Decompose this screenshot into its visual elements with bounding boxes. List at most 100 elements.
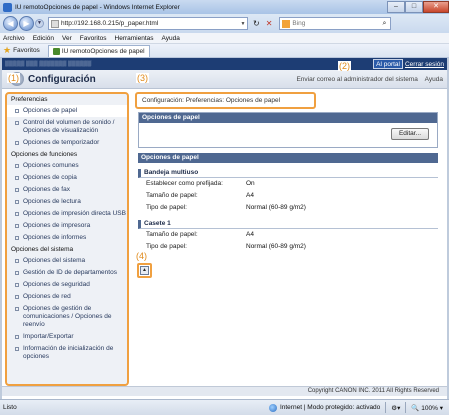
sidebar-item-label: Opciones de seguridad (23, 281, 90, 288)
settings-icon[interactable]: ⚙▾ (391, 404, 400, 412)
sidebar-item-comunicaciones[interactable]: Opciones de gestión de comunicaciones / … (7, 303, 127, 331)
bullet-icon (15, 121, 19, 125)
zoom-level[interactable]: 🔍 100% ▾ (411, 404, 443, 412)
sidebar-item-label: Opciones comunes (23, 162, 79, 169)
star-icon: ★ (3, 45, 12, 55)
edit-button[interactable]: Editar... (391, 128, 429, 140)
browser-tab[interactable]: IU remotoOpciones de papel (47, 44, 150, 57)
forward-button[interactable]: ▶ (19, 16, 34, 31)
setting-label: Establecer como prefijada: (146, 180, 223, 187)
paper-settings-panel: Opciones de papel Editar... (138, 112, 438, 148)
menu-herramientas[interactable]: Herramientas (115, 35, 154, 42)
search-input[interactable]: Bing (292, 20, 305, 27)
bullet-icon (15, 200, 19, 204)
setting-value: A4 (246, 192, 254, 199)
status-bar: Listo Internet | Modo protegido: activad… (0, 399, 449, 415)
help-link[interactable]: Ayuda (425, 76, 443, 83)
bullet-icon (15, 176, 19, 180)
search-box[interactable]: Bing ⌕ (279, 17, 392, 30)
sidebar-item-label: Opciones de gestión de comunicaciones / … (23, 305, 112, 328)
portal-button[interactable]: Al portal (373, 59, 403, 69)
bullet-icon (15, 335, 19, 339)
window-controls: – □ ✕ (387, 1, 449, 13)
panel-title: Opciones de papel (138, 153, 438, 163)
copyright: Copyright CANON INC. 2011 All Rights Res… (2, 386, 447, 396)
setting-label: Tamaño de papel: (146, 231, 198, 238)
sidebar-item-opciones-papel[interactable]: Opciones de papel (7, 105, 127, 117)
address-text[interactable]: http://192.168.0.215/p_paper.html (61, 20, 158, 27)
back-to-top-icon[interactable]: ▲ (140, 266, 149, 275)
setting-value: On (246, 180, 255, 187)
address-bar[interactable]: http://192.168.0.215/p_paper.html ▼ (48, 17, 248, 30)
callout-3: (3) (136, 73, 149, 83)
menu-favoritos[interactable]: Favoritos (80, 35, 107, 42)
search-icon[interactable]: ⌕ (378, 20, 390, 28)
sidebar-item-label: Opciones de red (23, 293, 71, 300)
back-button[interactable]: ◀ (3, 16, 18, 31)
sidebar-item-volumen[interactable]: Control del volumen de sonido / Opciones… (7, 117, 127, 137)
minimize-button[interactable]: – (387, 1, 405, 13)
bullet-icon (15, 141, 19, 145)
close-button[interactable]: ✕ (423, 1, 449, 13)
group-title-casete: Casete 1 (138, 220, 438, 229)
setting-row: Tipo de papel: Normal (60-89 g/m2) (138, 202, 438, 214)
sidebar-item-copia[interactable]: Opciones de copia (7, 172, 127, 184)
menu-ver[interactable]: Ver (62, 35, 72, 42)
sidebar-item-red[interactable]: Opciones de red (7, 291, 127, 303)
sidebar-section-title: Opciones de funciones (11, 151, 78, 158)
menu-bar: Archivo Edición Ver Favoritos Herramient… (0, 33, 449, 44)
status-text: Listo (3, 404, 17, 411)
security-zone[interactable]: Internet | Modo protegido: activado (280, 404, 380, 411)
app-topbar: ▒▒▒▒▒ ▒▒▒ ▒▒▒▒▒▒▒ ▒▒▒▒▒▒ Al portal Cerra… (2, 58, 447, 70)
bullet-icon (15, 109, 19, 113)
setting-row: Tamaño de papel: A4 (138, 190, 438, 202)
menu-archivo[interactable]: Archivo (3, 35, 25, 42)
setting-row: Tamaño de papel: A4 (138, 229, 438, 241)
sidebar-item-label: Opciones de impresión directa USB (23, 210, 126, 217)
sidebar-item-departamentos[interactable]: Gestión de ID de departamentos (7, 267, 127, 279)
setting-label: Tamaño de papel: (146, 192, 198, 199)
bullet-icon (15, 236, 19, 240)
menu-edicion[interactable]: Edición (33, 35, 54, 42)
sidebar-item-impresion-usb[interactable]: Opciones de impresión directa USB (7, 208, 127, 220)
sidebar-item-inicializacion[interactable]: Información de inicialización de opcione… (7, 343, 127, 363)
menu-ayuda[interactable]: Ayuda (162, 35, 180, 42)
bullet-icon (15, 212, 19, 216)
sidebar-item-seguridad[interactable]: Opciones de seguridad (7, 279, 127, 291)
sidebar-item-label: Opciones de papel (23, 107, 78, 114)
sidebar-menu: Preferencias Opciones de papel Control d… (5, 92, 129, 386)
bullet-icon (15, 283, 19, 287)
page-icon (51, 19, 59, 28)
group-title-bandeja: Bandeja multiuso (138, 169, 438, 178)
sidebar-item-importar[interactable]: Importar/Exportar (7, 331, 127, 343)
sidebar-section-title: Preferencias (11, 96, 48, 103)
window-title: IU remotoOpciones de papel - Windows Int… (15, 3, 180, 11)
tab-page-icon (52, 47, 60, 55)
sidebar-item-informes[interactable]: Opciones de informes (7, 232, 127, 244)
sidebar-item-label: Opciones de informes (23, 234, 87, 241)
favorites-button[interactable]: ★ Favoritos (3, 45, 40, 56)
setting-value: Normal (60-89 g/m2) (246, 204, 306, 211)
header-links: Enviar correo al administrador del siste… (291, 76, 447, 83)
callout-2: (2) (338, 61, 351, 71)
maximize-button[interactable]: □ (405, 1, 423, 13)
setting-row: Tipo de papel: Normal (60-89 g/m2) (138, 241, 438, 253)
sidebar-item-lectura[interactable]: Opciones de lectura (7, 196, 127, 208)
address-dropdown[interactable]: ▼ (239, 21, 247, 27)
sidebar-item-sistema[interactable]: Opciones del sistema (7, 255, 127, 267)
refresh-icon[interactable]: ↻ (253, 19, 260, 28)
logout-link[interactable]: Cerrar sesión (405, 61, 444, 68)
email-admin-link[interactable]: Enviar correo al administrador del siste… (296, 76, 417, 83)
setting-label: Tipo de papel: (146, 243, 187, 250)
sidebar-item-fax[interactable]: Opciones de fax (7, 184, 127, 196)
sidebar-item-label: Gestión de ID de departamentos (23, 269, 117, 276)
history-dropdown[interactable]: ▼ (35, 19, 44, 28)
sidebar-item-temporizador[interactable]: Opciones de temporizador (7, 137, 127, 149)
breadcrumb: Configuración: Preferencias: Opciones de… (135, 92, 316, 109)
sidebar-item-comunes[interactable]: Opciones comunes (7, 160, 127, 172)
paper-options-panel: Opciones de papel Bandeja multiuso Estab… (138, 153, 438, 253)
favorites-bar: ★ Favoritos IU remotoOpciones de papel (0, 44, 449, 58)
favorites-label: Favoritos (13, 47, 40, 54)
stop-icon[interactable]: ✕ (266, 19, 273, 28)
sidebar-item-impresora[interactable]: Opciones de impresora (7, 220, 127, 232)
